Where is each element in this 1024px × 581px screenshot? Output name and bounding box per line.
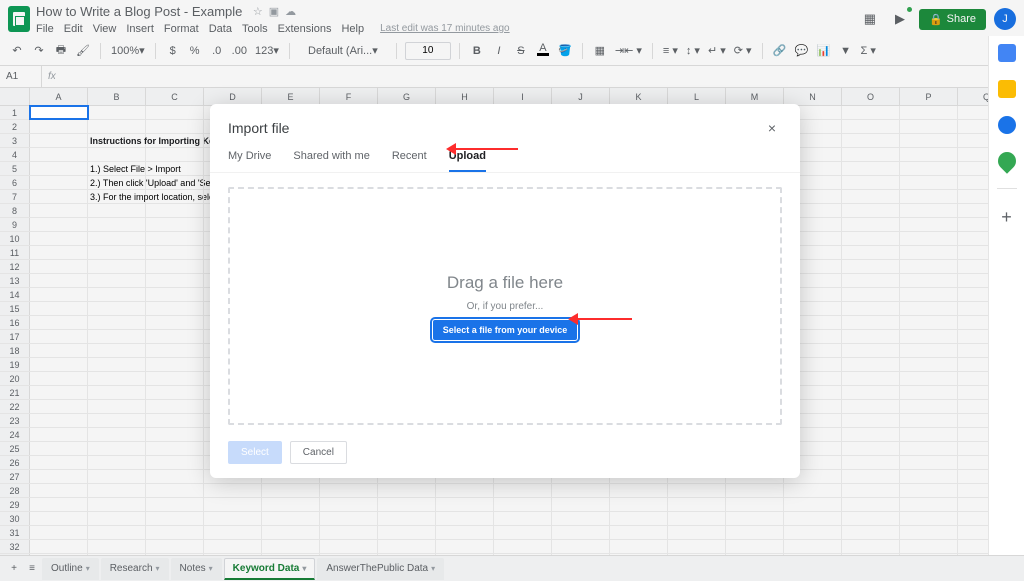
upload-dropzone[interactable]: Drag a file here Or, if you prefer... Se…: [228, 187, 782, 425]
drag-subtitle: Or, if you prefer...: [467, 301, 544, 312]
dialog-tab-my-drive[interactable]: My Drive: [228, 150, 271, 172]
annotation-arrow-select-file: [572, 318, 632, 320]
annotation-arrow-upload: [450, 148, 518, 150]
select-button[interactable]: Select: [228, 441, 282, 464]
cancel-button[interactable]: Cancel: [290, 441, 347, 464]
drag-title: Drag a file here: [447, 273, 563, 293]
select-file-button[interactable]: Select a file from your device: [433, 320, 578, 340]
dialog-title: Import file: [228, 120, 289, 136]
close-icon[interactable]: ×: [762, 118, 782, 138]
dialog-tab-recent[interactable]: Recent: [392, 150, 427, 172]
dialog-tab-shared-with-me[interactable]: Shared with me: [293, 150, 369, 172]
import-file-dialog: Import file × My Drive Shared with me Rece…: [210, 104, 800, 478]
